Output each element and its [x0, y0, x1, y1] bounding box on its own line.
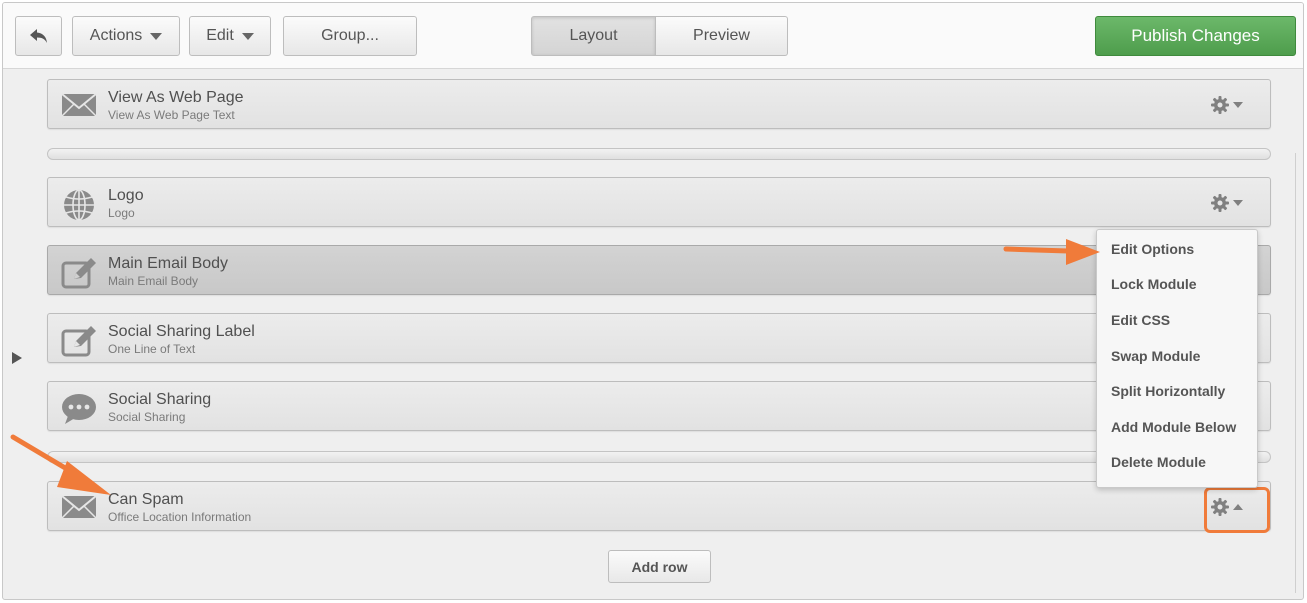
row-divider[interactable]	[47, 451, 1271, 463]
menu-item-add-module-below[interactable]: Add Module Below	[1097, 410, 1257, 444]
module-options-toggle[interactable]	[1210, 94, 1246, 116]
module-subtitle: View As Web Page Text	[108, 108, 235, 122]
module-view-as-web-page[interactable]: View As Web Page View As Web Page Text	[47, 79, 1271, 129]
add-row-button[interactable]: Add row	[608, 550, 711, 583]
module-social-sharing[interactable]: Social Sharing Social Sharing	[47, 381, 1271, 431]
module-title: View As Web Page	[108, 89, 244, 106]
chevron-down-icon	[241, 32, 254, 40]
module-social-sharing-label[interactable]: Social Sharing Label One Line of Text	[47, 313, 1271, 363]
row-divider[interactable]	[47, 148, 1271, 160]
group-label: Group...	[321, 27, 379, 44]
module-title: Main Email Body	[108, 255, 229, 272]
module-title: Can Spam	[108, 491, 184, 508]
edit-icon	[61, 326, 96, 357]
menu-item-swap-module[interactable]: Swap Module	[1097, 339, 1257, 373]
preview-label: Preview	[693, 27, 750, 44]
tab-layout[interactable]: Layout	[531, 16, 656, 56]
globe-icon	[64, 189, 94, 221]
chevron-down-icon	[1233, 200, 1243, 206]
module-logo[interactable]: Logo Logo	[47, 177, 1271, 227]
chevron-down-icon	[1233, 102, 1243, 108]
layout-canvas: View As Web Page View As Web Page Text L…	[3, 69, 1303, 599]
toolbar: Actions Edit Group... Layout Preview Pub…	[3, 3, 1303, 69]
publish-label: Publish Changes	[1131, 26, 1260, 45]
actions-label: Actions	[89, 27, 143, 44]
publish-changes-button[interactable]: Publish Changes	[1095, 16, 1296, 56]
module-subtitle: Office Location Information	[108, 510, 252, 524]
chevron-down-icon	[150, 32, 163, 40]
module-subtitle: Social Sharing	[108, 410, 186, 424]
envelope-icon	[61, 93, 97, 117]
module-subtitle: Logo	[108, 206, 135, 220]
module-main-email-body[interactable]: Main Email Body Main Email Body	[47, 245, 1271, 295]
layout-label: Layout	[569, 27, 618, 44]
module-options-toggle[interactable]	[1210, 192, 1246, 214]
module-title: Social Sharing	[108, 391, 212, 408]
scrollbar-track[interactable]	[1295, 153, 1296, 593]
annotation-highlight-box	[1204, 487, 1270, 533]
module-context-menu: Edit Options Lock Module Edit CSS Swap M…	[1096, 229, 1258, 488]
module-subtitle: One Line of Text	[108, 342, 196, 356]
module-can-spam[interactable]: Can Spam Office Location Information	[47, 481, 1271, 531]
menu-item-edit-css[interactable]: Edit CSS	[1097, 303, 1257, 337]
gear-icon	[1211, 194, 1229, 212]
menu-item-delete-module[interactable]: Delete Module	[1097, 445, 1257, 479]
module-title: Social Sharing Label	[108, 323, 255, 340]
chat-bubble-icon	[62, 394, 96, 424]
menu-item-split-horizontally[interactable]: Split Horizontally	[1097, 374, 1257, 408]
edit-icon	[61, 258, 96, 289]
edit-dropdown[interactable]: Edit	[189, 16, 271, 56]
edit-label: Edit	[206, 27, 234, 44]
row-pointer-icon	[12, 352, 22, 364]
actions-dropdown[interactable]: Actions	[72, 16, 180, 56]
menu-item-edit-options[interactable]: Edit Options	[1097, 232, 1257, 266]
envelope-icon	[61, 495, 97, 519]
module-subtitle: Main Email Body	[108, 274, 199, 288]
undo-arrow-icon	[29, 29, 47, 43]
tab-preview[interactable]: Preview	[656, 16, 788, 56]
menu-item-lock-module[interactable]: Lock Module	[1097, 267, 1257, 301]
editor-window: Actions Edit Group... Layout Preview Pub…	[2, 2, 1304, 600]
group-button[interactable]: Group...	[283, 16, 417, 56]
back-button[interactable]	[15, 16, 62, 56]
gear-icon	[1211, 96, 1229, 114]
module-title: Logo	[108, 187, 144, 204]
